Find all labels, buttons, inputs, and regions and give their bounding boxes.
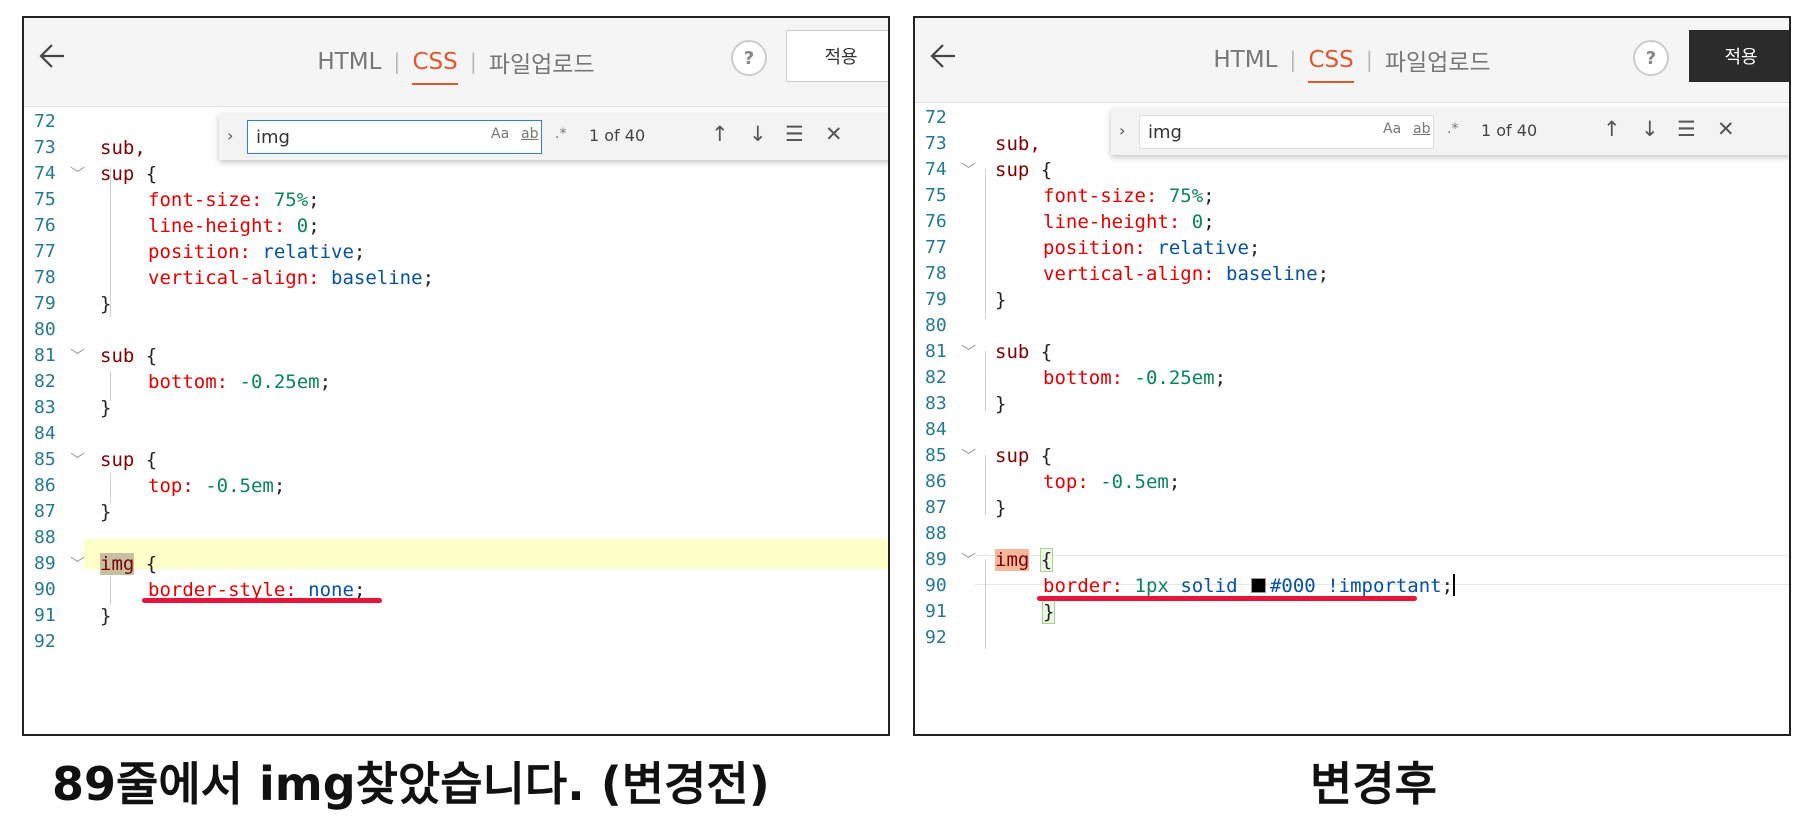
tab-css[interactable]: CSS [400,49,469,85]
toggle-replace-chevron-icon[interactable]: › [227,126,233,145]
apply-button[interactable]: 적용 [1689,30,1789,82]
next-match-arrow-icon[interactable]: ↓ [749,122,767,146]
caption-before: 89줄에서 img찾았습니다. (변경전) [52,757,770,811]
previous-match-arrow-icon[interactable]: ↑ [1603,117,1621,141]
search-match: img [100,553,135,575]
tab-file-upload[interactable]: 파일업로드 [1373,43,1503,77]
previous-match-arrow-icon[interactable]: ↑ [711,122,729,146]
find-in-selection-icon[interactable]: ☰ [1677,117,1696,141]
tab-divider: | [393,50,401,74]
search-match: img [995,549,1030,571]
editor-panel-before: HTML | CSS | 파일업로드 ? 적용 72 73 sub, 74 ﹀ sup… [22,16,890,736]
match-case-icon[interactable]: Aa [1383,121,1401,137]
code-editor[interactable]: 72 73 sub, 74 ﹀ sup { 75 font-size: 75%; 76 l… [915,103,1789,734]
help-button[interactable]: ? [731,40,767,76]
text-cursor [1453,574,1456,596]
match-case-icon[interactable]: Aa [491,126,509,142]
match-whole-word-icon[interactable]: ab [521,126,538,142]
line-number: 92 [34,631,56,652]
close-find-icon[interactable]: ✕ [1717,117,1735,141]
apply-button[interactable]: 적용 [786,30,888,82]
red-underline-annotation [1037,596,1417,601]
close-find-icon[interactable]: ✕ [825,122,843,146]
find-widget: › Aa ab .* 1 of 40 ↑ ↓ ☰ ✕ [219,114,888,160]
tab-css[interactable]: CSS [1296,47,1365,83]
tab-divider: | [1365,48,1373,72]
tab-html[interactable]: HTML [1201,47,1289,73]
help-button[interactable]: ? [1633,40,1669,76]
editor-panel-after: HTML | CSS | 파일업로드 ? 적용 72 73 sub, 74 ﹀ sup… [913,16,1791,736]
regex-icon[interactable]: .* [1447,121,1458,137]
editor-toolbar: HTML | CSS | 파일업로드 ? 적용 [24,18,888,107]
match-whole-word-icon[interactable]: ab [1413,121,1430,137]
next-match-arrow-icon[interactable]: ↓ [1641,117,1659,141]
match-count: 1 of 40 [1481,121,1538,140]
tab-divider: | [1289,48,1297,72]
editor-toolbar: HTML | CSS | 파일업로드 ? 적용 [915,18,1789,103]
line-number: 92 [925,627,947,648]
toggle-replace-chevron-icon[interactable]: › [1119,121,1125,140]
match-count: 1 of 40 [589,126,646,145]
find-widget: › Aa ab .* 1 of 40 ↑ ↓ ☰ ✕ [1111,109,1789,155]
tab-html[interactable]: HTML [305,49,393,75]
caption-after: 변경후 [1310,757,1437,811]
color-swatch[interactable] [1250,578,1266,593]
tab-file-upload[interactable]: 파일업로드 [477,45,607,79]
tab-divider: | [469,50,477,74]
find-in-selection-icon[interactable]: ☰ [785,122,804,146]
code-editor[interactable]: 72 73 sub, 74 ﹀ sup { 75 font-size: 75%; 76 l… [24,107,888,734]
regex-icon[interactable]: .* [555,126,566,142]
red-underline-annotation [142,598,382,603]
